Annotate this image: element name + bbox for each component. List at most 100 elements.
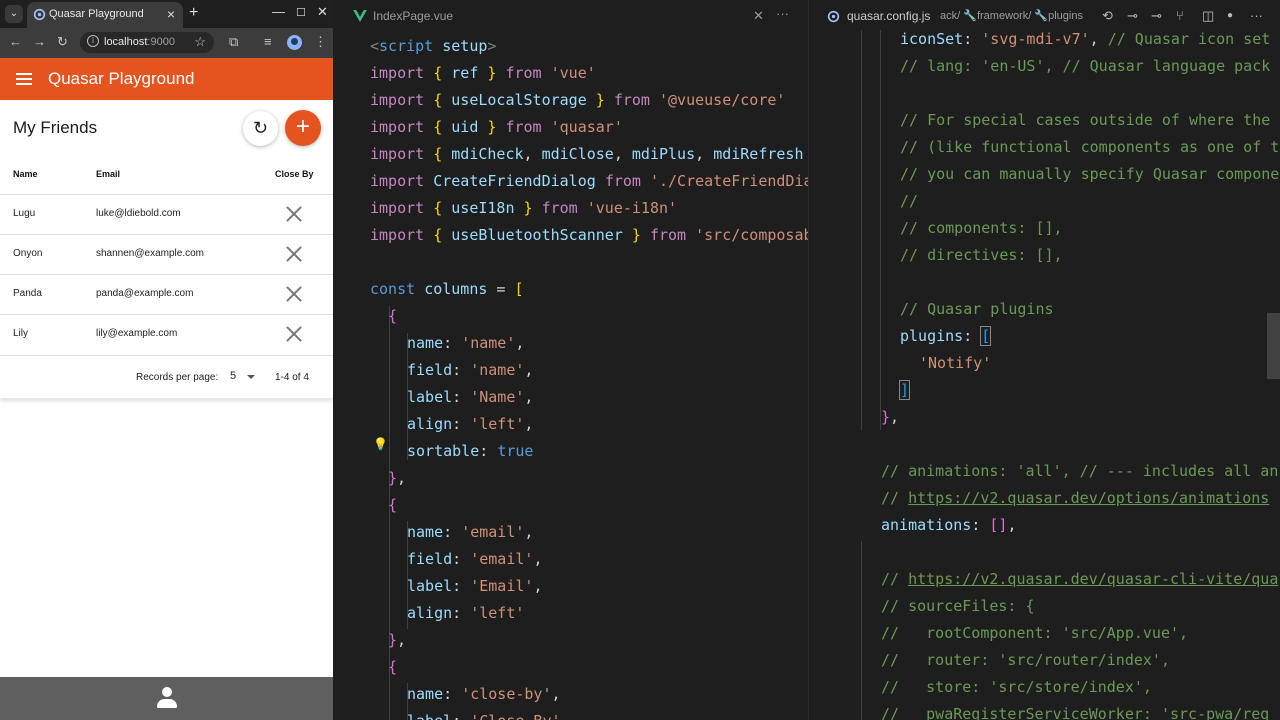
cell-email: panda@example.com: [96, 288, 194, 299]
person-icon[interactable]: [157, 687, 177, 709]
wrench-icon: 🔧: [963, 10, 977, 22]
code-line: // store: 'src/store/index',: [881, 678, 1152, 696]
editor-tabbar: IndexPage.vue ✕ ···: [333, 0, 808, 34]
compare-icon[interactable]: ⊸: [1151, 8, 1162, 24]
close-icon: [286, 326, 302, 342]
code-line: import { mdiCheck, mdiClose, mdiPlus, md…: [370, 145, 804, 163]
card-title: My Friends: [13, 118, 98, 137]
split-editor-icon[interactable]: ◫: [1202, 8, 1214, 24]
profile-avatar-icon[interactable]: [287, 35, 302, 50]
reload-icon[interactable]: ↻: [57, 34, 68, 50]
code-line: // lang: 'en-US', // Quasar language pac…: [900, 57, 1271, 75]
close-tab-icon[interactable]: ×: [167, 6, 175, 22]
app-header: Quasar Playground: [0, 58, 333, 100]
cell-name: Panda: [13, 288, 42, 299]
browser-window: ⌄ Quasar Playground × + — ☐ ✕ ← → ↻ i lo…: [0, 0, 333, 720]
code-line: import { useBluetoothScanner } from 'src…: [370, 226, 808, 244]
code-line: name: 'close-by',: [407, 685, 561, 703]
unsaved-dot-icon[interactable]: ●: [1227, 10, 1233, 21]
lightbulb-icon[interactable]: 💡: [373, 437, 388, 451]
code-line: // you can manually specify Quasar compo…: [900, 165, 1280, 183]
code-line: import { ref } from 'vue': [370, 64, 596, 82]
code-line: animations: [],: [881, 516, 1017, 534]
code-line: // For special cases outside of where th…: [900, 111, 1271, 129]
code-line: import { uid } from 'quasar': [370, 118, 623, 136]
code-line: // animations: 'all', // --- includes al…: [881, 462, 1279, 480]
maximize-icon[interactable]: ☐: [296, 6, 306, 19]
menu-icon[interactable]: [16, 73, 32, 85]
close-editor-icon[interactable]: ✕: [753, 8, 764, 24]
minimize-icon[interactable]: —: [272, 4, 285, 19]
code-line: name: 'name',: [407, 334, 525, 352]
back-icon[interactable]: ←: [9, 34, 22, 49]
code-line: 'Notify': [919, 354, 992, 372]
code-line: field: 'email',: [407, 550, 543, 568]
editor-tab-quasar-config[interactable]: quasar.config.js: [847, 9, 930, 23]
code-line: label: 'Close By',: [407, 712, 570, 720]
bottom-bar: [0, 677, 333, 720]
code-line: // directives: [],: [900, 246, 1063, 264]
git-icon[interactable]: ⑂: [1176, 8, 1184, 23]
pagination-range: 1-4 of 4: [275, 372, 309, 383]
table-row: Panda panda@example.com: [0, 274, 333, 314]
table-footer: Records per page: 5 1-4 of 4: [0, 355, 333, 398]
window-close-icon[interactable]: ✕: [317, 4, 328, 20]
new-tab-icon[interactable]: +: [189, 4, 198, 22]
code-line: <script setup>: [370, 37, 497, 55]
wrench-icon: 🔧: [1034, 10, 1049, 22]
plus-icon: +: [295, 113, 310, 140]
close-icon: [286, 246, 302, 262]
indent-guide: [880, 30, 881, 430]
site-info-icon[interactable]: i: [87, 35, 99, 47]
vue-icon: [353, 10, 367, 22]
code-line: },: [388, 469, 407, 487]
close-icon: [286, 286, 302, 302]
code-line: align: 'left',: [407, 415, 534, 433]
code-line: {: [388, 307, 398, 325]
browser-menu-icon[interactable]: ⋮: [314, 34, 327, 50]
more-actions-icon[interactable]: ···: [776, 6, 789, 21]
address-bar[interactable]: i localhost:9000 ☆: [80, 32, 214, 53]
code-line: label: 'Email',: [407, 577, 543, 595]
cell-email: shannen@example.com: [96, 248, 204, 259]
editor-scrollbar[interactable]: [1267, 313, 1280, 379]
code-line: ]: [898, 380, 911, 400]
code-line: // rootComponent: 'src/App.vue',: [881, 624, 1189, 642]
table-row: Lugu luke@ldiebold.com: [0, 194, 333, 234]
column-header-name[interactable]: Name: [13, 169, 38, 179]
editor-quasar-config[interactable]: quasar.config.js ack/ 🔧framework/ 🔧plugi…: [808, 0, 1280, 720]
breadcrumb: ack/ 🔧framework/ 🔧plugins: [940, 10, 1083, 22]
extensions-icon[interactable]: ⧉: [229, 34, 238, 50]
rows-per-page-label: Records per page:: [136, 372, 219, 383]
editor-index-page[interactable]: IndexPage.vue ✕ ··· <script setup> impor…: [333, 0, 808, 720]
code-line: plugins: [: [900, 326, 992, 346]
media-controls-icon[interactable]: ≡: [264, 34, 272, 49]
go-back-icon[interactable]: ⟲: [1102, 8, 1113, 24]
tab-search-button[interactable]: ⌄: [5, 5, 23, 23]
commit-icon[interactable]: ⊸: [1127, 8, 1138, 24]
code-line: sortable: true: [407, 442, 534, 460]
code-line: // sourceFiles: {: [881, 597, 1035, 615]
browser-tab[interactable]: Quasar Playground ×: [27, 2, 183, 28]
code-line: field: 'name',: [407, 361, 534, 379]
caret-down-icon[interactable]: [247, 375, 255, 379]
refresh-button[interactable]: ↻: [243, 111, 278, 146]
quasar-file-icon: [827, 10, 840, 23]
more-actions-icon[interactable]: ···: [1250, 8, 1263, 23]
add-friend-button[interactable]: +: [285, 110, 321, 146]
code-line: import { useI18n } from 'vue-i18n': [370, 199, 678, 217]
address-text: localhost:9000: [104, 36, 175, 48]
code-line: // router: 'src/router/index',: [881, 651, 1170, 669]
forward-icon[interactable]: →: [33, 34, 46, 49]
cell-email: luke@ldiebold.com: [96, 208, 181, 219]
indent-guide: [861, 30, 862, 430]
code-line: },: [388, 631, 407, 649]
code-line: label: 'Name',: [407, 388, 534, 406]
rows-per-page-select[interactable]: 5: [230, 370, 236, 382]
code-line: const columns = [: [370, 280, 524, 298]
quasar-favicon-icon: [33, 8, 46, 21]
bookmark-star-icon[interactable]: ☆: [194, 34, 206, 50]
editor-tab-index-page[interactable]: IndexPage.vue: [373, 9, 453, 23]
column-header-email: Email: [96, 169, 121, 179]
cell-name: Onyon: [13, 248, 43, 259]
